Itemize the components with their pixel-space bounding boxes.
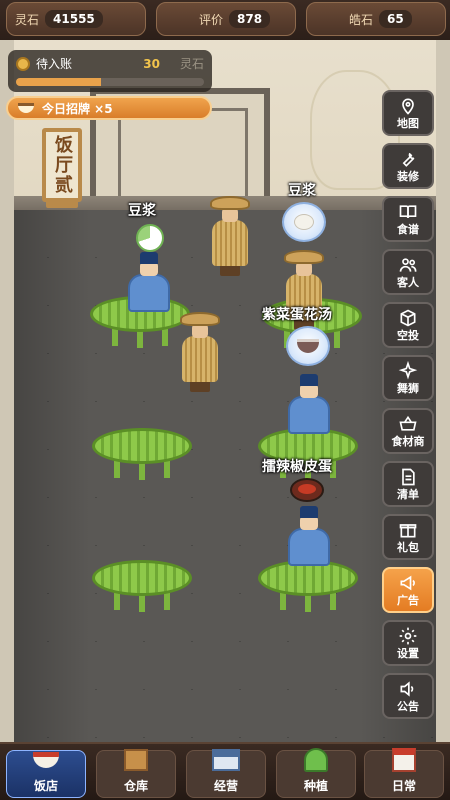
order-name: 擂辣椒皮蛋 (262, 459, 332, 475)
users-icon (398, 255, 418, 275)
table-5[interactable] (92, 560, 192, 612)
gift-icon (398, 520, 418, 540)
table-6[interactable] (258, 560, 358, 612)
hall-sign-text: 饭厅贰 (52, 135, 73, 195)
shop-icon (209, 745, 243, 775)
hall-sign[interactable]: 饭厅贰 (38, 120, 86, 210)
order-name: 豆浆 (128, 203, 156, 219)
pepper-egg-dish-icon[interactable] (290, 478, 324, 502)
bowl-icon (29, 745, 63, 775)
nav-business[interactable]: 经营 (186, 749, 266, 798)
order-name: 豆浆 (288, 183, 316, 199)
sprout-icon (299, 745, 333, 775)
wrench-icon (398, 149, 418, 169)
bottom-nav: 饭店 仓库 经营 种植 日常 (0, 742, 450, 800)
nav-restaurant[interactable]: 饭店 (6, 750, 86, 798)
table-3[interactable] (92, 428, 192, 480)
menu-settings[interactable]: 设置 (382, 620, 434, 666)
menu-list[interactable]: 清单 (382, 461, 434, 507)
customer-scholar[interactable] (286, 506, 332, 566)
nav-daily[interactable]: 日常 (364, 748, 444, 798)
daily-special-banner[interactable]: 今日招牌 ×5 (6, 96, 212, 120)
side-menu: 地图 装修 食谱 客人 空投 舞狮 食材商 清单 礼包 广告 设置 公告 (382, 90, 434, 726)
list-icon (398, 467, 418, 487)
menu-recipes[interactable]: 食谱 (382, 196, 434, 242)
speaker-icon (398, 679, 418, 699)
customer-farmer[interactable] (176, 312, 224, 392)
order-name: 紫菜蛋花汤 (262, 307, 332, 323)
box-icon (398, 308, 418, 328)
menu-lion-dance[interactable]: 舞狮 (382, 355, 434, 401)
map-pin-icon (398, 96, 418, 116)
resource-bar: 灵石 41555 评价 878 皓石 65 (0, 0, 450, 40)
menu-guests[interactable]: 客人 (382, 249, 434, 295)
customer-scholar[interactable] (286, 374, 332, 434)
soy-milk-icon (294, 214, 314, 230)
left-wall-edge (0, 0, 14, 800)
menu-airdrop[interactable]: 空投 (382, 302, 434, 348)
nav-planting[interactable]: 种植 (276, 748, 356, 798)
order-bubble[interactable] (282, 202, 326, 242)
customer-farmer[interactable] (206, 196, 254, 276)
customer-scholar[interactable] (126, 252, 172, 312)
gear-icon (398, 626, 418, 646)
megaphone-icon (398, 573, 418, 593)
order-bubble[interactable] (128, 218, 172, 258)
menu-map[interactable]: 地图 (382, 90, 434, 136)
seaweed-soup-icon (297, 339, 319, 353)
menu-announcement[interactable]: 公告 (382, 673, 434, 719)
pending-progress-fill (16, 78, 101, 86)
resource-haostone[interactable]: 皓石 65 (306, 2, 446, 36)
basket-icon (398, 414, 418, 434)
calendar-icon (387, 745, 421, 775)
menu-decorate[interactable]: 装修 (382, 143, 434, 189)
menu-ingredient-shop[interactable]: 食材商 (382, 408, 434, 454)
menu-ads[interactable]: 广告 (382, 567, 434, 613)
sparkle-icon (398, 361, 418, 381)
daily-special-label: 今日招牌 ×5 (42, 101, 113, 116)
coin-icon (16, 56, 30, 71)
book-icon (398, 202, 418, 222)
menu-gift-pack[interactable]: 礼包 (382, 514, 434, 560)
crate-icon (119, 745, 153, 775)
soy-milk-progress-icon (136, 224, 164, 252)
resource-spirit-stone[interactable]: 灵石 41555 (6, 2, 146, 36)
bowl-icon (18, 103, 34, 113)
resource-rating[interactable]: 评价 878 (156, 2, 296, 36)
pending-progress-bar (16, 78, 204, 86)
nav-warehouse[interactable]: 仓库 (96, 749, 176, 798)
right-wall-edge (436, 0, 450, 800)
pending-revenue-panel[interactable]: 待入账 30 灵石 (8, 50, 212, 92)
order-bubble[interactable] (286, 326, 330, 366)
